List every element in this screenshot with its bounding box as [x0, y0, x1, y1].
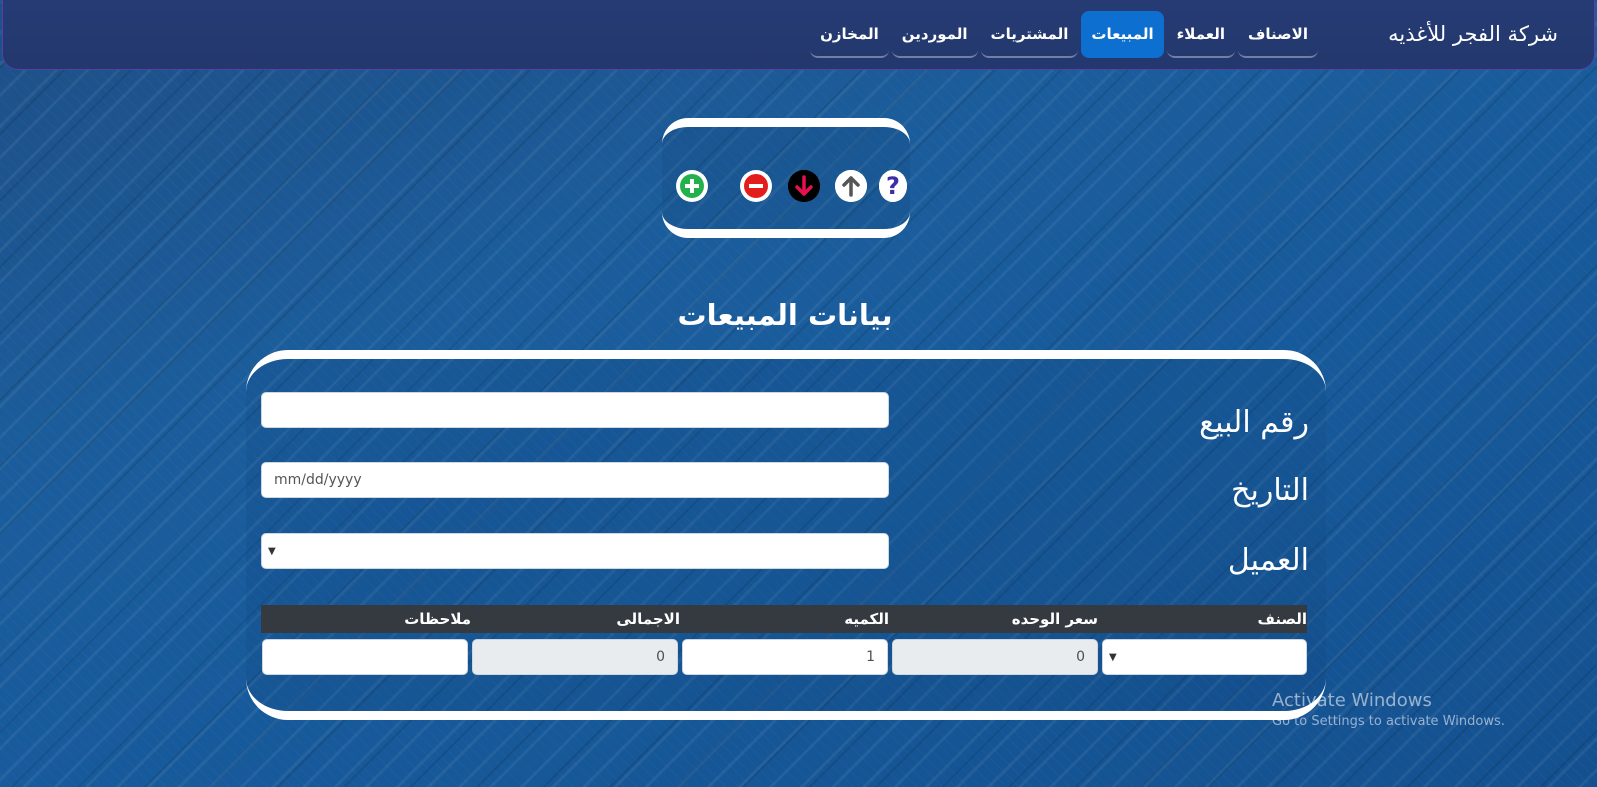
date-placeholder: mm/dd/yyyy — [274, 472, 362, 488]
nav-item-suppliers[interactable]: الموردين — [891, 11, 978, 58]
nav-item-customers[interactable]: العملاء — [1166, 11, 1235, 58]
arrow-up-icon[interactable] — [835, 170, 867, 202]
nav-item-purchases[interactable]: المشتريات — [980, 11, 1079, 58]
nav-item-sales[interactable]: المبيعات — [1081, 11, 1164, 58]
table-row: ▼ 0 1 0 — [261, 639, 1307, 675]
table-header: الصنف سعر الوحده الكميه الاجمالى ملاحظات — [261, 605, 1307, 633]
col-header-total: الاجمالى — [616, 610, 680, 628]
watermark-line1: Activate Windows — [1272, 690, 1432, 711]
unit-price-value: 0 — [1076, 649, 1085, 665]
customer-label: العميل — [1227, 543, 1309, 578]
date-label: التاريخ — [1231, 473, 1309, 508]
col-header-notes: ملاحظات — [404, 610, 471, 628]
top-navbar: شركة الفجر للأغذيه الاصناف العملاء المبي… — [2, 0, 1595, 70]
svg-text:?: ? — [886, 172, 900, 200]
date-input[interactable]: mm/dd/yyyy — [261, 462, 889, 498]
windows-activation-watermark: Activate Windows Go to Settings to activ… — [1272, 690, 1505, 729]
sale-number-label: رقم البيع — [1199, 405, 1309, 440]
dropdown-caret-icon: ▼ — [268, 546, 276, 557]
add-icon[interactable] — [676, 170, 708, 202]
col-header-item: الصنف — [1257, 610, 1307, 628]
notes-input[interactable] — [262, 639, 468, 675]
customer-select[interactable]: ▼ — [261, 533, 889, 569]
unit-price-field: 0 — [892, 639, 1098, 675]
sales-form-panel: رقم البيع التاريخ mm/dd/yyyy العميل ▼ ال… — [246, 350, 1326, 720]
brand-name[interactable]: شركة الفجر للأغذيه — [1388, 22, 1558, 46]
col-header-unit-price: سعر الوحده — [1011, 610, 1098, 628]
quantity-input[interactable]: 1 — [682, 639, 888, 675]
dropdown-caret-icon: ▼ — [1109, 652, 1117, 663]
col-header-quantity: الكميه — [844, 610, 889, 628]
nav-item-warehouses[interactable]: المخازن — [810, 11, 889, 58]
item-select[interactable]: ▼ — [1102, 639, 1307, 675]
remove-icon[interactable] — [740, 170, 772, 202]
watermark-line2: Go to Settings to activate Windows. — [1272, 714, 1505, 729]
nav-item-categories[interactable]: الاصناف — [1238, 11, 1318, 58]
arrow-down-icon[interactable] — [788, 170, 820, 202]
quantity-value: 1 — [866, 649, 875, 665]
page-title: بيانات المبيعات — [677, 298, 893, 332]
total-value: 0 — [656, 649, 665, 665]
sale-number-input[interactable] — [261, 392, 889, 428]
nav-menu: الاصناف العملاء المبيعات المشتريات المور… — [810, 11, 1318, 58]
help-icon[interactable]: ? — [879, 170, 907, 202]
record-toolbar: ? — [662, 118, 910, 238]
total-field: 0 — [472, 639, 678, 675]
